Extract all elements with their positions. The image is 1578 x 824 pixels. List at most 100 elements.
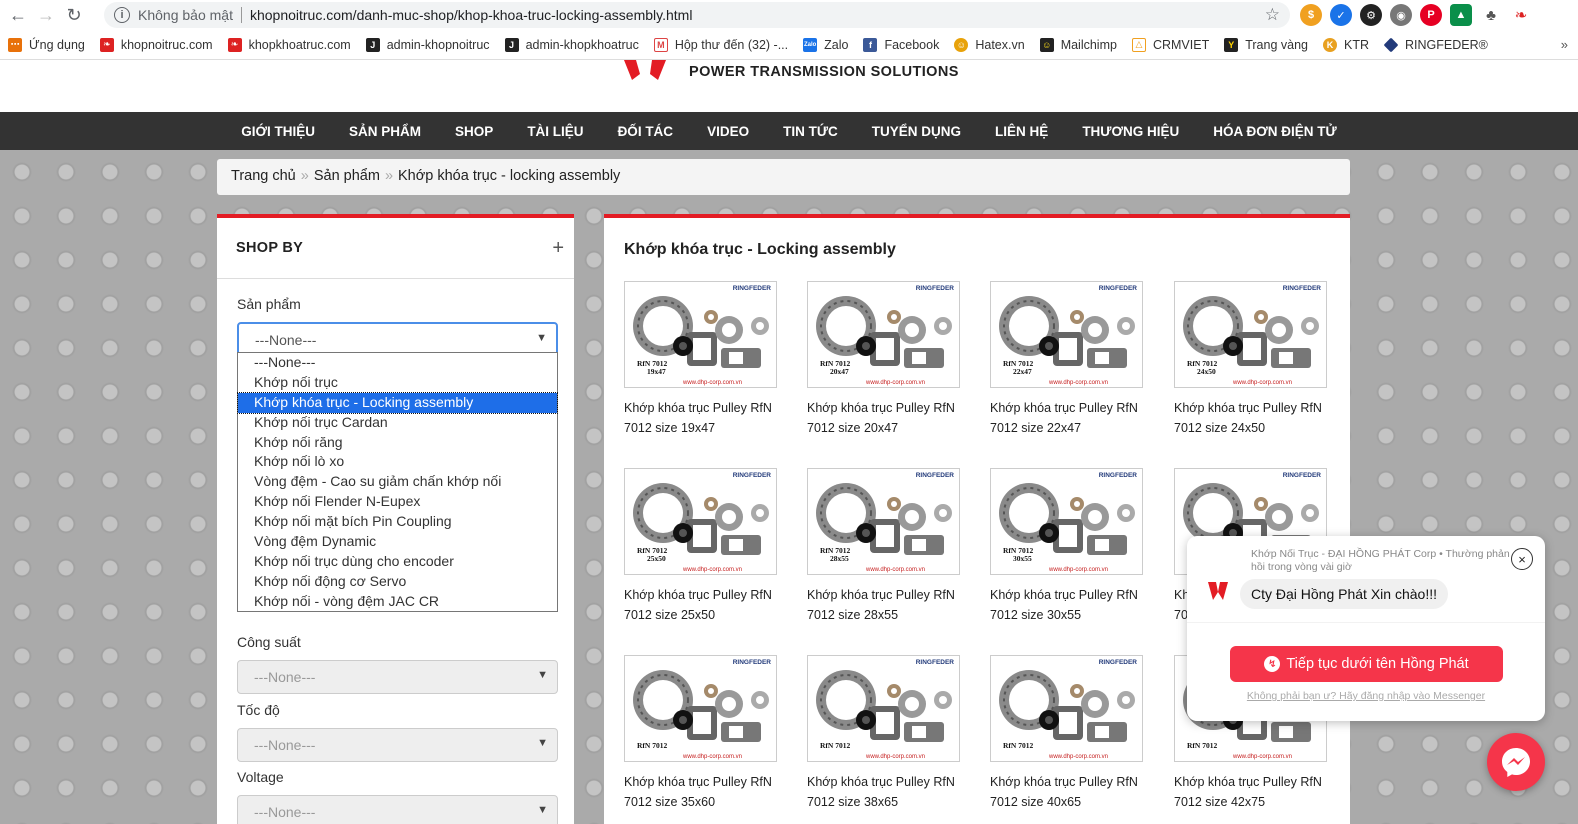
product-card[interactable]: RINGFEDER RfN 7012 25x50 www.dhp-corp.com.v… xyxy=(624,468,777,625)
extension-icon[interactable]: ⚙ xyxy=(1360,4,1382,26)
url-text[interactable]: khopnoitruc.com/danh-muc-shop/khop-khoa-… xyxy=(250,7,692,23)
reload-icon[interactable]: ↻ xyxy=(60,1,88,29)
dropdown-option[interactable]: Khớp nối lò xo xyxy=(238,452,557,472)
dropdown-option[interactable]: Vòng đệm - Cao su giảm chấn khớp nối xyxy=(238,472,557,492)
product-image[interactable]: RINGFEDER RfN 7012 25x50 www.dhp-corp.com.v… xyxy=(624,468,777,575)
product-title[interactable]: Khớp khóa trục Pulley RfN 7012 size 35x60 xyxy=(624,772,777,812)
product-card[interactable]: RINGFEDER RfN 7012 19x47 www.dhp-corp.com.v… xyxy=(624,281,777,438)
messenger-login-link[interactable]: Không phải bạn ư? Hãy đăng nhập vào Mess… xyxy=(1187,690,1545,702)
product-image[interactable]: RINGFEDER RfN 7012 28x55 www.dhp-corp.com.v… xyxy=(807,468,960,575)
dropdown-option[interactable]: Khớp nối Flender N-Eupex xyxy=(238,492,557,512)
company-logo[interactable] xyxy=(622,60,670,80)
bookmark-item[interactable]: ☺ Hatex.vn xyxy=(954,37,1025,52)
bookmark-item[interactable]: M Hộp thư đến (32) -... xyxy=(653,37,788,52)
dropdown-option[interactable]: Vòng đệm Dynamic xyxy=(238,532,557,552)
voltage-filter-select[interactable]: ---None--- ▼ xyxy=(237,795,558,824)
dropdown-option[interactable]: Khớp nối trục dùng cho encoder xyxy=(238,552,557,572)
bookmark-item[interactable]: ☺ Mailchimp xyxy=(1039,37,1117,52)
divider xyxy=(240,7,242,23)
product-image[interactable]: RINGFEDER RfN 7012 22x47 www.dhp-corp.com.v… xyxy=(990,281,1143,388)
product-filter-select[interactable]: ---None--- ▼ xyxy=(237,322,558,356)
product-card[interactable]: RINGFEDER RfN 7012 30x55 www.dhp-corp.com.v… xyxy=(990,468,1143,625)
puzzle-icon[interactable]: ♣ xyxy=(1480,4,1502,26)
nav-shop[interactable]: SHOP xyxy=(455,124,493,139)
extension-icon[interactable]: ◉ xyxy=(1390,4,1412,26)
product-image[interactable]: RINGFEDER RfN 7012 30x55 www.dhp-corp.com.v… xyxy=(990,468,1143,575)
bookmark-item[interactable]: Jadmin-khopnoitruc xyxy=(365,37,490,52)
breadcrumb-products[interactable]: Sản phẩm xyxy=(314,168,380,184)
bookmark-item[interactable]: RINGFEDER® xyxy=(1383,37,1488,52)
speed-filter-select[interactable]: ---None--- ▼ xyxy=(237,728,558,762)
nav-san-pham[interactable]: SẢN PHẨM xyxy=(349,124,421,139)
nav-tin-tuc[interactable]: TIN TỨC xyxy=(783,124,838,139)
info-icon[interactable]: i xyxy=(114,7,130,23)
product-image[interactable]: RINGFEDER RfN 7012 www.dhp-corp.com.vn xyxy=(807,655,960,762)
product-title[interactable]: Khớp khóa trục Pulley RfN 7012 size 40x65 xyxy=(990,772,1143,812)
dropdown-option[interactable]: Khớp nối mặt bích Pin Coupling xyxy=(238,512,557,532)
continue-as-button[interactable]: ↯ Tiếp tục dưới tên Hồng Phát xyxy=(1230,646,1503,682)
bookmark-item[interactable]: f Facebook xyxy=(863,37,939,52)
expand-plus-icon[interactable]: + xyxy=(552,237,564,260)
pinterest-icon[interactable]: P xyxy=(1420,4,1442,26)
dropdown-option-selected[interactable]: Khớp khóa trục - Locking assembly xyxy=(237,391,558,414)
nav-thuong-hieu[interactable]: THƯƠNG HIỆU xyxy=(1082,124,1179,139)
product-image[interactable]: RINGFEDER RfN 7012 www.dhp-corp.com.vn xyxy=(990,655,1143,762)
image-website-text: www.dhp-corp.com.vn xyxy=(1049,380,1109,386)
dropdown-option[interactable]: Khớp nối - vòng đệm JAC CR xyxy=(238,592,557,612)
nav-tuyen-dung[interactable]: TUYỂN DỤNG xyxy=(872,124,961,139)
product-card[interactable]: RINGFEDER RfN 7012 www.dhp-corp.com.vn Khớp… xyxy=(807,655,960,812)
nav-doi-tac[interactable]: ĐỐI TÁC xyxy=(618,124,674,139)
bookmark-item[interactable]: ⋯ Ứng dụng xyxy=(8,37,85,52)
product-title[interactable]: Khớp khóa trục Pulley RfN 7012 size 20x47 xyxy=(807,398,960,438)
product-title[interactable]: Khớp khóa trục Pulley RfN 7012 size 22x47 xyxy=(990,398,1143,438)
dropdown-option[interactable]: ---None--- xyxy=(238,353,557,373)
bookmark-star-icon[interactable]: ☆ xyxy=(1265,5,1280,25)
forward-icon[interactable]: → xyxy=(32,1,60,29)
bookmark-item[interactable]: Zalo Zalo xyxy=(803,37,848,52)
address-bar[interactable]: i Không bảo mật khopnoitruc.com/danh-muc… xyxy=(104,2,1290,28)
product-title[interactable]: Khớp khóa trục Pulley RfN 7012 size 28x55 xyxy=(807,585,960,625)
bookmark-item[interactable]: ❧ khopnoitruc.com xyxy=(99,37,213,52)
bookmark-item[interactable]: Jadmin-khopkhoatruc xyxy=(504,37,639,52)
site-logo-icon: ❧ xyxy=(99,37,114,52)
profile-avatar-icon[interactable]: ❧ xyxy=(1510,4,1532,26)
extension-icon[interactable]: $ xyxy=(1300,4,1322,26)
back-icon[interactable]: ← xyxy=(4,1,32,29)
product-card[interactable]: RINGFEDER RfN 7012 28x55 www.dhp-corp.com.v… xyxy=(807,468,960,625)
messenger-launcher-button[interactable] xyxy=(1487,733,1545,791)
breadcrumb-home[interactable]: Trang chủ xyxy=(231,168,296,184)
dropdown-option[interactable]: Khớp nối trục Cardan xyxy=(238,413,557,433)
dropdown-option[interactable]: Khớp nối răng xyxy=(238,433,557,453)
product-title[interactable]: Khớp khóa trục Pulley RfN 7012 size 38x65 xyxy=(807,772,960,812)
product-title[interactable]: Khớp khóa trục Pulley RfN 7012 size 30x55 xyxy=(990,585,1143,625)
bookmark-item[interactable]: Y Trang vàng xyxy=(1224,37,1308,52)
nav-video[interactable]: VIDEO xyxy=(707,124,749,139)
product-card[interactable]: RINGFEDER RfN 7012 www.dhp-corp.com.vn Khớp… xyxy=(990,655,1143,812)
product-title[interactable]: Khớp khóa trục Pulley RfN 7012 size 42x75 xyxy=(1174,772,1327,812)
product-card[interactable]: RINGFEDER RfN 7012 www.dhp-corp.com.vn Khớp… xyxy=(624,655,777,812)
close-icon[interactable]: × xyxy=(1511,548,1533,570)
product-card[interactable]: RINGFEDER RfN 7012 24x50 www.dhp-corp.com.v… xyxy=(1174,281,1327,438)
bookmark-item[interactable]: ❧ khopkhoatruc.com xyxy=(227,37,351,52)
product-image[interactable]: RINGFEDER RfN 7012 24x50 www.dhp-corp.com.v… xyxy=(1174,281,1327,388)
product-image[interactable]: RINGFEDER RfN 7012 www.dhp-corp.com.vn xyxy=(624,655,777,762)
more-bookmarks-icon[interactable]: » xyxy=(1561,37,1568,52)
nav-lien-he[interactable]: LIÊN HỆ xyxy=(995,124,1048,139)
product-title[interactable]: Khớp khóa trục Pulley RfN 7012 size 19x47 xyxy=(624,398,777,438)
dropdown-option[interactable]: Khớp nối trục xyxy=(238,373,557,393)
dropdown-option[interactable]: Khớp nối động cơ Servo xyxy=(238,572,557,592)
product-card[interactable]: RINGFEDER RfN 7012 22x47 www.dhp-corp.com.v… xyxy=(990,281,1143,438)
nav-hoa-don-dien-tu[interactable]: HÓA ĐƠN ĐIỆN TỬ xyxy=(1213,124,1336,139)
nav-tai-lieu[interactable]: TÀI LIỆU xyxy=(527,124,583,139)
product-image[interactable]: RINGFEDER RfN 7012 20x47 www.dhp-corp.com.v… xyxy=(807,281,960,388)
bookmark-item[interactable]: K KTR xyxy=(1322,37,1369,52)
nav-gioi-thieu[interactable]: GIỚI THIỆU xyxy=(241,124,315,139)
bookmark-item[interactable]: △ CRMVIET xyxy=(1131,37,1209,52)
product-title[interactable]: Khớp khóa trục Pulley RfN 7012 size 25x50 xyxy=(624,585,777,625)
power-filter-select[interactable]: ---None--- ▼ xyxy=(237,660,558,694)
extension-icon[interactable]: ✓ xyxy=(1330,4,1352,26)
product-image[interactable]: RINGFEDER RfN 7012 19x47 www.dhp-corp.com.v… xyxy=(624,281,777,388)
product-card[interactable]: RINGFEDER RfN 7012 20x47 www.dhp-corp.com.v… xyxy=(807,281,960,438)
shield-icon[interactable]: ▲ xyxy=(1450,4,1472,26)
product-title[interactable]: Khớp khóa trục Pulley RfN 7012 size 24x50 xyxy=(1174,398,1327,438)
